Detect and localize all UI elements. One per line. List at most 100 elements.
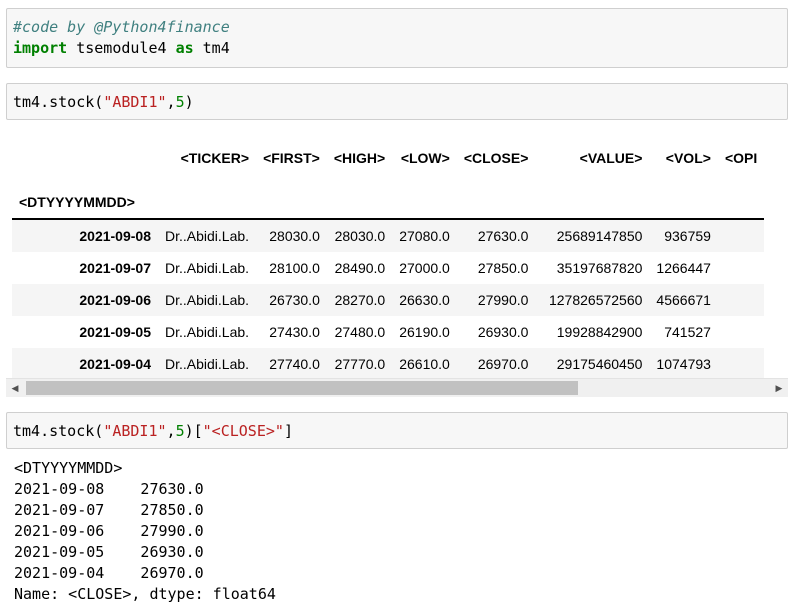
row-index-date: 2021-09-07 [79,260,151,276]
table-row: 2021-09-08 Dr..Abidi.Lab. 28030.0 28030.… [12,219,765,252]
index-name-row: <DTYYYYMMDD> [12,186,765,219]
cell-value: 25689147850 [556,228,643,244]
cell-first: 27740.0 [269,356,320,372]
output-line: 2021-09-06 27990.0 [14,522,204,540]
code-line-import: import tsemodule4 as tm4 [13,38,781,59]
cell-value: 19928842900 [556,324,643,340]
module-alias: tm4 [193,39,230,57]
cell-opi [718,316,764,348]
code-column-key: "<CLOSE>" [202,422,284,440]
cell-vol: 936759 [664,228,711,244]
output-line: 2021-09-08 27630.0 [14,480,204,498]
cell-low: 26610.0 [399,356,450,372]
cell-first: 27430.0 [269,324,320,340]
code-line-comment: #code by @Python4finance [13,17,781,38]
cell-value: 35197687820 [556,260,643,276]
output-line: 2021-09-07 27850.0 [14,501,204,519]
cell-high: 27480.0 [334,324,386,340]
cell-close: 26930.0 [477,324,529,340]
output-line: 2021-09-04 26970.0 [14,564,204,582]
code-line-close-series: tm4.stock("ABDI1",5)["<CLOSE>"] [13,413,781,449]
table-row: 2021-09-05 Dr..Abidi.Lab. 27430.0 27480.… [12,316,765,348]
code-number-arg: 5 [175,93,185,111]
row-index-date: 2021-09-04 [79,356,151,372]
cell-opi [718,219,764,252]
row-index-date: 2021-09-06 [79,292,151,308]
code-cell-import[interactable]: #code by @Python4finance import tsemodul… [6,8,788,68]
cell-low: 26630.0 [399,292,450,308]
code-string-arg: "ABDI1" [103,422,167,440]
cell-high: 28030.0 [334,228,386,244]
module-name: tsemodule4 [67,39,176,57]
cell-low: 27000.0 [399,260,450,276]
table-row: 2021-09-07 Dr..Abidi.Lab. 28100.0 28490.… [12,252,765,284]
cell-opi [718,348,764,380]
output-line: 2021-09-05 26930.0 [14,543,204,561]
cell-vol: 1266447 [656,260,711,276]
cell-opi [718,284,764,316]
cell-ticker: Dr..Abidi.Lab. [165,292,250,308]
cell-value: 127826572560 [548,292,643,308]
column-header: <CLOSE> [463,150,529,166]
column-header: <VOL> [665,150,711,166]
code-number-arg: 5 [175,422,185,440]
code-index-open: )[ [184,422,203,440]
horizontal-scrollbar[interactable]: ◀ ▶ [6,378,788,397]
cell-vol: 741527 [664,324,711,340]
cell-value: 29175460450 [556,356,643,372]
cell-first: 26730.0 [269,292,320,308]
cell-close: 27990.0 [477,292,529,308]
code-comma: , [166,422,176,440]
cell-close: 27850.0 [477,260,529,276]
dataframe-output: <TICKER> <FIRST> <HIGH> <LOW> <CLOSE> <V… [6,130,788,398]
column-header: <VALUE> [579,150,643,166]
column-header-row: <TICKER> <FIRST> <HIGH> <LOW> <CLOSE> <V… [12,130,764,186]
code-comment: #code by @Python4finance [13,18,230,36]
cell-low: 27080.0 [399,228,450,244]
scrollbar-thumb[interactable] [26,381,578,395]
table-row: 2021-09-06 Dr..Abidi.Lab. 26730.0 28270.… [12,284,765,316]
cell-ticker: Dr..Abidi.Lab. [165,324,250,340]
cell-vol: 4566671 [656,292,711,308]
cell-high: 28490.0 [334,260,386,276]
code-cell-close-series[interactable]: tm4.stock("ABDI1",5)["<CLOSE>"] [6,412,788,449]
code-close-paren: ) [184,93,194,111]
column-header: <LOW> [400,150,450,166]
cell-low: 26190.0 [399,324,450,340]
index-name-header: <DTYYYYMMDD> [19,194,135,210]
cell-ticker: Dr..Abidi.Lab. [165,228,250,244]
code-index-close: ] [283,422,293,440]
row-index-date: 2021-09-05 [79,324,151,340]
output-line: <DTYYYYMMDD> [14,459,123,477]
column-header: <HIGH> [333,150,386,166]
column-header: <FIRST> [263,150,320,166]
scroll-right-arrow-icon[interactable]: ▶ [770,379,788,397]
table-row: 2021-09-04 Dr..Abidi.Lab. 27740.0 27770.… [12,348,765,380]
code-line-stock-call: tm4.stock("ABDI1",5) [13,84,781,120]
code-comma: , [166,93,176,111]
output-line: Name: <CLOSE>, dtype: float64 [14,585,276,603]
dataframe-table: <TICKER> <FIRST> <HIGH> <LOW> <CLOSE> <V… [12,130,765,380]
code-function-call: tm4.stock( [13,422,104,440]
cell-high: 27770.0 [334,356,386,372]
code-cell-stock-call[interactable]: tm4.stock("ABDI1",5) [6,83,788,120]
cell-high: 28270.0 [334,292,386,308]
code-string-arg: "ABDI1" [103,93,167,111]
cell-vol: 1074793 [656,356,711,372]
index-header-spacer [12,130,158,186]
cell-ticker: Dr..Abidi.Lab. [165,260,250,276]
scroll-left-arrow-icon[interactable]: ◀ [6,379,24,397]
row-index-date: 2021-09-08 [79,228,151,244]
cell-first: 28030.0 [269,228,320,244]
keyword-as: as [175,39,194,57]
keyword-import: import [13,39,68,57]
code-function-call: tm4.stock( [13,93,104,111]
cell-ticker: Dr..Abidi.Lab. [165,356,250,372]
cell-close: 26970.0 [477,356,529,372]
cell-first: 28100.0 [269,260,320,276]
column-header: <TICKER> [180,150,250,166]
column-header: <OPI [724,150,758,166]
cell-close: 27630.0 [477,228,529,244]
series-output: <DTYYYYMMDD> 2021-09-08 27630.0 2021-09-… [14,458,276,605]
cell-opi [718,252,764,284]
